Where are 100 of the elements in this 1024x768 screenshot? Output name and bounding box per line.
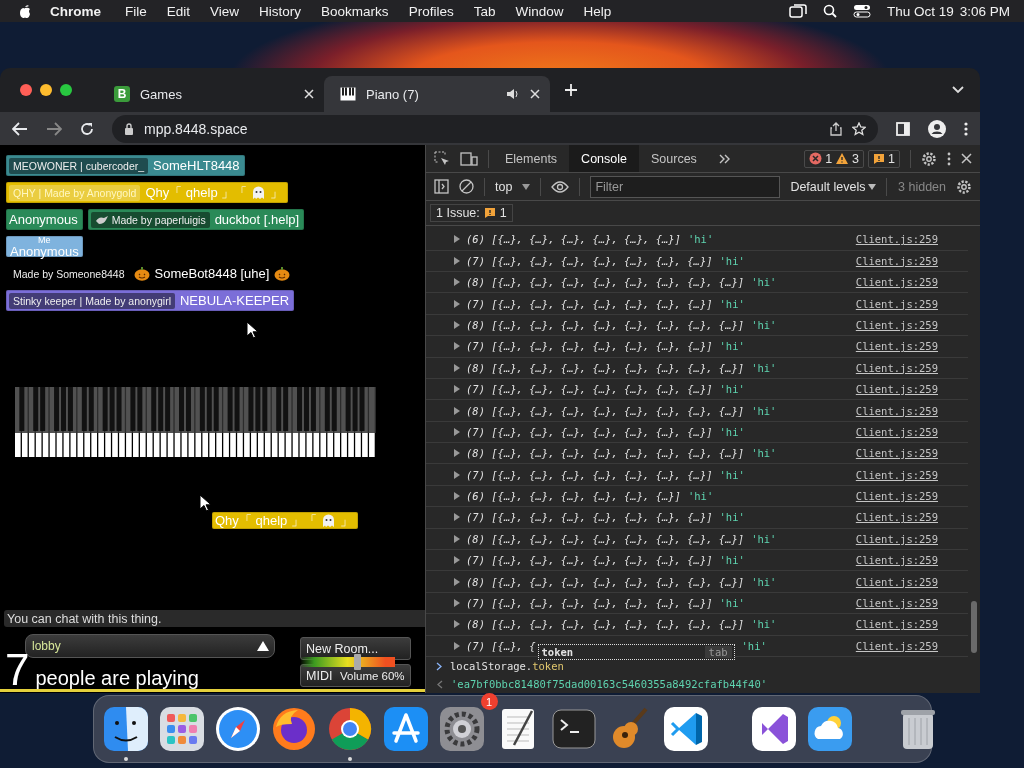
expand-triangle-icon[interactable] — [454, 363, 460, 372]
expand-triangle-icon[interactable] — [454, 342, 460, 351]
menu-item[interactable]: Bookmarks — [311, 3, 399, 19]
toggles-icon[interactable] — [852, 4, 871, 18]
browser-tab[interactable]: B Games — [98, 76, 324, 112]
expand-triangle-icon[interactable] — [454, 513, 460, 522]
browser-tab[interactable]: Piano (7) — [324, 76, 550, 112]
source-link[interactable]: Client.js:259 — [855, 361, 938, 374]
menu-time[interactable]: 3:06 PM — [959, 3, 1010, 19]
grid-icon[interactable] — [157, 705, 206, 753]
source-link[interactable]: Client.js:259 — [855, 447, 938, 460]
menu-item[interactable]: Edit — [156, 3, 201, 19]
expand-triangle-icon[interactable] — [454, 577, 460, 586]
menu-item[interactable]: Profiles — [398, 3, 464, 19]
expand-triangle-icon[interactable] — [454, 534, 460, 543]
source-link[interactable]: Client.js:259 — [855, 511, 938, 524]
source-link[interactable]: Client.js:259 — [855, 575, 938, 588]
menu-item[interactable]: History — [249, 3, 312, 19]
source-link[interactable]: Client.js:259 — [855, 383, 938, 396]
expand-triangle-icon[interactable] — [454, 235, 460, 244]
devtools-tab[interactable]: Elements — [493, 145, 570, 172]
expand-triangle-icon[interactable] — [454, 620, 460, 629]
expand-triangle-icon[interactable] — [454, 556, 460, 565]
filter-field[interactable]: Filter — [590, 175, 781, 198]
star-icon[interactable] — [852, 121, 866, 136]
devtools-tab[interactable]: Sources — [639, 145, 709, 172]
source-link[interactable]: Client.js:259 — [855, 254, 938, 267]
source-link[interactable]: Client.js:259 — [855, 233, 938, 246]
expand-triangle-icon[interactable] — [454, 492, 460, 501]
source-link[interactable]: Client.js:259 — [855, 404, 938, 417]
forward-icon[interactable] — [46, 121, 62, 136]
inspect-icon[interactable] — [434, 150, 450, 167]
menu-item[interactable]: Help — [573, 3, 622, 19]
source-link[interactable]: Client.js:259 — [855, 597, 938, 609]
window-control[interactable] — [20, 84, 32, 96]
expand-triangle-icon[interactable] — [454, 256, 460, 265]
reload-icon[interactable] — [80, 121, 94, 136]
devtools-tab[interactable]: Console — [569, 145, 639, 172]
source-link[interactable]: Client.js:259 — [855, 618, 938, 631]
piano-keyboard-drawing[interactable] — [15, 387, 376, 457]
expand-triangle-icon[interactable] — [454, 299, 460, 308]
source-link[interactable]: Client.js:259 — [855, 276, 938, 289]
close-icon[interactable] — [530, 89, 540, 99]
expand-triangle-icon[interactable] — [454, 427, 460, 436]
expand-triangle-icon[interactable] — [454, 470, 460, 479]
address-bar[interactable]: mpp.8448.space — [112, 114, 878, 143]
source-link[interactable]: Client.js:259 — [855, 340, 938, 353]
scrollbar-thumb[interactable] — [971, 601, 977, 653]
source-link[interactable]: Client.js:259 — [855, 639, 938, 652]
source-link[interactable]: Client.js:259 — [855, 425, 938, 438]
back-icon[interactable] — [12, 121, 28, 136]
expand-triangle-icon[interactable] — [454, 449, 460, 458]
more-icon[interactable] — [964, 121, 968, 136]
menu-item[interactable]: File — [115, 3, 157, 19]
apple-logo-icon[interactable] — [18, 3, 32, 19]
source-link[interactable]: Client.js:259 — [855, 532, 938, 545]
windows-icon[interactable] — [788, 4, 807, 18]
expand-triangle-icon[interactable] — [454, 599, 460, 607]
source-link[interactable]: Client.js:259 — [855, 468, 938, 481]
plus-icon[interactable] — [564, 83, 578, 97]
more-icon[interactable] — [947, 151, 951, 166]
expand-triangle-icon[interactable] — [454, 320, 460, 329]
eye-icon[interactable] — [551, 180, 570, 193]
cloud-icon[interactable] — [805, 705, 854, 753]
share-icon[interactable] — [830, 121, 842, 136]
device-icon[interactable] — [460, 151, 478, 166]
expand-triangle-icon[interactable] — [454, 641, 460, 650]
settings-icon[interactable] — [921, 150, 937, 167]
code-icon[interactable] — [661, 705, 710, 753]
face-icon[interactable] — [101, 705, 150, 753]
source-link[interactable]: Client.js:259 — [855, 490, 938, 503]
levels-dropdown[interactable]: Default levels — [790, 179, 877, 194]
settings-icon[interactable] — [956, 178, 972, 195]
expand-triangle-icon[interactable] — [454, 385, 460, 394]
search-icon[interactable] — [822, 4, 837, 18]
volume-slider[interactable] — [300, 657, 395, 667]
menu-item[interactable]: View — [200, 3, 250, 19]
chevrons-right-icon[interactable] — [718, 153, 731, 164]
chevron-down-icon[interactable] — [952, 86, 964, 94]
close-icon[interactable] — [961, 153, 972, 164]
window-control[interactable] — [60, 84, 72, 96]
issues-button[interactable]: 1 Issue: 1 — [430, 204, 513, 222]
chat-hint[interactable]: You can chat with this thing. — [4, 610, 425, 627]
window-control[interactable] — [40, 84, 52, 96]
source-link[interactable]: Client.js:259 — [855, 297, 938, 310]
expand-triangle-icon[interactable] — [454, 406, 460, 415]
sidebar-icon[interactable] — [434, 179, 449, 194]
expand-triangle-icon[interactable] — [454, 278, 460, 287]
clear-icon[interactable] — [459, 179, 474, 194]
context-dropdown[interactable]: top — [495, 179, 531, 194]
console-input[interactable]: localStorage.token — [450, 660, 564, 672]
menu-item[interactable]: Tab — [463, 3, 506, 19]
autocomplete-suggestion[interactable]: token — [541, 645, 574, 658]
compass-icon[interactable] — [213, 705, 262, 753]
error-warning-counter[interactable]: 1 3 — [804, 149, 865, 168]
slider-thumb[interactable] — [354, 654, 361, 670]
issue-counter[interactable]: 1 — [868, 149, 900, 168]
profile-icon[interactable] — [928, 119, 946, 138]
gear-icon[interactable] — [437, 705, 486, 753]
menu-item[interactable]: Chrome — [32, 3, 115, 19]
